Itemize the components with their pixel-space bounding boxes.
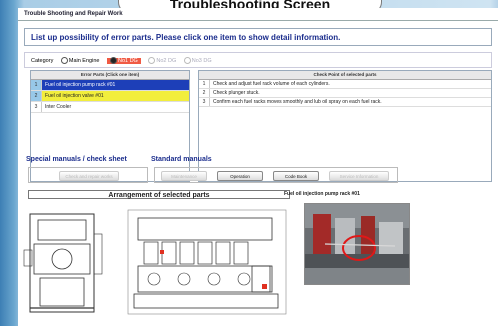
error-parts-panel: Error Parts (Click one item) 1 Fuel oil … [30,70,190,182]
category-label: Category [31,58,54,64]
instruction-text: List up possibility of error parts. Plea… [24,28,492,46]
radio-icon [60,57,68,65]
error-part-row[interactable]: 3 Inter Cooler [31,102,189,113]
standard-manuals-box: Maintenance Operation Code Book Service … [154,167,398,183]
part-photo [304,203,410,285]
check-points-header: Check Point of selected parts [199,71,491,80]
check-and-repair-button[interactable]: Check and repair works [59,171,119,181]
service-information-button[interactable]: Service Information [329,171,389,181]
operation-button[interactable]: Operation [217,171,263,181]
radio-icon [148,57,156,65]
special-manuals-title: Special manuals / check sheet [26,156,127,163]
error-part-row[interactable]: 2 Fuel oil injection valve #01 [31,91,189,102]
maintenance-button[interactable]: Maintenance [161,171,207,181]
engine-side-drawing [23,213,103,313]
code-book-button[interactable]: Code Book [273,171,319,181]
fuel-pump-photo-image [305,204,409,284]
engine-front-drawing [127,209,287,315]
error-parts-header: Error Parts (Click one item) [31,71,189,80]
category-option-main-engine[interactable]: Main Engine [60,57,99,65]
radio-selected-icon [109,57,117,65]
selected-part-label: Fuel oil injection pump rack #01 [284,191,360,197]
arrangement-header: Arrangement of selected parts [28,190,290,199]
category-option-no2-dg[interactable]: No2 DG [148,57,176,65]
window-titlebar: Trouble Shooting and Repair Work [18,8,498,21]
check-points-panel: Check Point of selected parts 1 Check an… [198,70,492,182]
check-point-row: 3 Confirm each fuel racks moves smoothly… [199,98,491,107]
window-title: Trouble Shooting and Repair Work [24,11,123,17]
special-manuals-box: Check and repair works [28,167,148,183]
main-window: Trouble Shooting and Repair Work List up… [18,8,498,326]
check-point-row: 2 Check plunger stuck. [199,89,491,98]
error-part-row[interactable]: 1 Fuel oil injection pump rack #01 [31,80,189,91]
check-point-row: 1 Check and adjust fuel rack volume of e… [199,80,491,89]
radio-icon [183,57,191,65]
standard-manuals-title: Standard manuals [151,156,212,163]
category-option-no3-dg[interactable]: No3 DG [183,57,212,65]
category-option-no1-dg[interactable]: No1 DG [106,57,141,65]
category-selector: Category Main Engine No1 DG No2 DG No3 D… [24,52,492,68]
